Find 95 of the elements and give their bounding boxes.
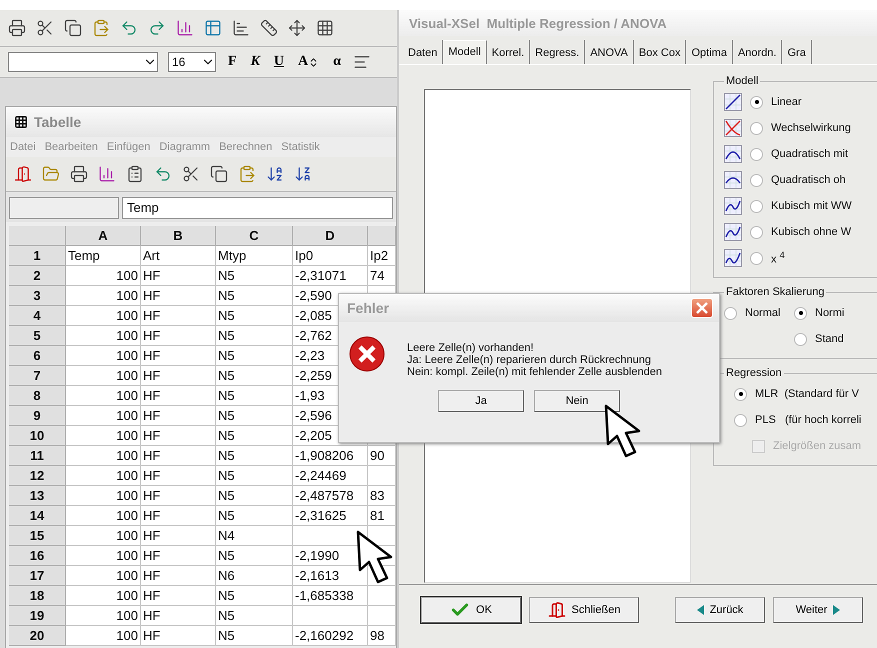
table-cell: HF [141,586,216,606]
option-label: Linear [771,96,802,108]
table-cell: N5 [216,346,293,366]
table-cell: 100 [66,266,141,286]
table-cell: 81 [368,506,396,526]
table-cell: 100 [66,586,141,606]
table-cell: 100 [66,466,141,486]
group-title: Modell [725,75,760,87]
table-cell: N5 [216,586,293,606]
option-label: Stand [815,333,844,345]
option-label: Zielgrößen zusam [773,440,862,452]
table-cell: -2,160292 [293,626,368,646]
table-cell: 100 [66,426,141,446]
error-message: Leere Zelle(n) vorhanden! [407,342,535,354]
table-cell: 83 [368,486,396,506]
option-label: Normi [815,307,844,319]
option-label: Quadratisch mit [771,148,850,160]
table-cell: HF [141,486,216,506]
table-cell: Temp [66,246,141,266]
table-cell: N5 [216,446,293,466]
option-label: x $^{4}$ [771,250,785,266]
table-cell: HF [141,566,216,586]
table-cell: N5 [216,326,293,346]
option-label: Normal [745,307,780,319]
table-cell: N5 [216,546,293,566]
table-cell: N5 [216,626,293,646]
table-cell: N5 [216,486,293,506]
table-cell: 74 [368,266,396,286]
table-cell: 90 [368,446,396,466]
option-label: MLR (Standard für V [755,388,859,400]
table-cell: HF [141,506,216,526]
table-cell: HF [141,446,216,466]
table-cell: Art [141,246,216,266]
error-message: Ja: Leere Zelle(n) reparieren durch Rückrechnung [407,354,652,366]
table-cell: N5 [216,506,293,526]
table-cell: 100 [66,406,141,426]
table-cell: N5 [216,606,293,626]
table-cell: -1,908206 [293,446,368,466]
table-cell: HF [141,626,216,646]
table-cell: 100 [66,626,141,646]
table-cell: 100 [66,546,141,566]
table-cell: 98 [368,626,396,646]
table-cell: Ip2 [368,246,396,266]
table-cell: 100 [66,326,141,346]
option-label: Kubisch ohne W [771,226,852,238]
table-cell: N5 [216,306,293,326]
table-cell: 100 [66,286,141,306]
table-cell: 100 [66,306,141,326]
table-cell: N5 [216,466,293,486]
window-title: Visual-XSel Multiple Regression / ANOVA [399,10,877,36]
table-cell: Ip0 [293,246,368,266]
table-cell: 100 [66,366,141,386]
table-cell: N5 [216,386,293,406]
table-cell: -2,487578 [293,486,368,506]
table-cell: HF [141,546,216,566]
table-cell: 100 [66,486,141,506]
table-cell: N5 [216,426,293,446]
table-cell: HF [141,466,216,486]
table-cell: HF [141,326,216,346]
table-cell: HF [141,426,216,446]
table-cell: HF [141,526,216,546]
group-title: Faktoren Skalierung [725,286,826,298]
table-cell: -2,31625 [293,506,368,526]
option-label: Wechselwirkung [771,122,851,134]
table-cell: HF [141,346,216,366]
error-message: Nein: kompl. Zeile(n) mit fehlender Zelle ausblenden [407,366,662,378]
table-cell: N5 [216,266,293,286]
table-cell: N5 [216,366,293,386]
table-cell: HF [141,406,216,426]
table-cell: -2,24469 [293,466,368,486]
table-cell: 100 [66,446,141,466]
option-label: Quadratisch oh [771,174,846,186]
table-cell: 100 [66,526,141,546]
table-cell: Mtyp [216,246,293,266]
table-cell: HF [141,286,216,306]
window-title: Tabelle [34,114,82,130]
table-cell: HF [141,366,216,386]
table-cell: HF [141,306,216,326]
table-cell: 100 [66,566,141,586]
table-cell: 100 [66,346,141,366]
option-label: PLS (für hoch korreli [755,414,862,426]
table-cell: N4 [216,526,293,546]
table-cell: 100 [66,506,141,526]
table-cell: N6 [216,566,293,586]
group-title: Regression [725,367,783,379]
option-label: Kubisch mit WW [771,200,852,212]
table-cell: N5 [216,286,293,306]
table-cell: HF [141,386,216,406]
table-cell: 100 [66,606,141,626]
table-cell: N5 [216,406,293,426]
table-cell: 100 [66,386,141,406]
table-cell: HF [141,606,216,626]
table-cell: -2,31071 [293,266,368,286]
table-cell: HF [141,266,216,286]
table-cell: -1,685338 [293,586,368,606]
